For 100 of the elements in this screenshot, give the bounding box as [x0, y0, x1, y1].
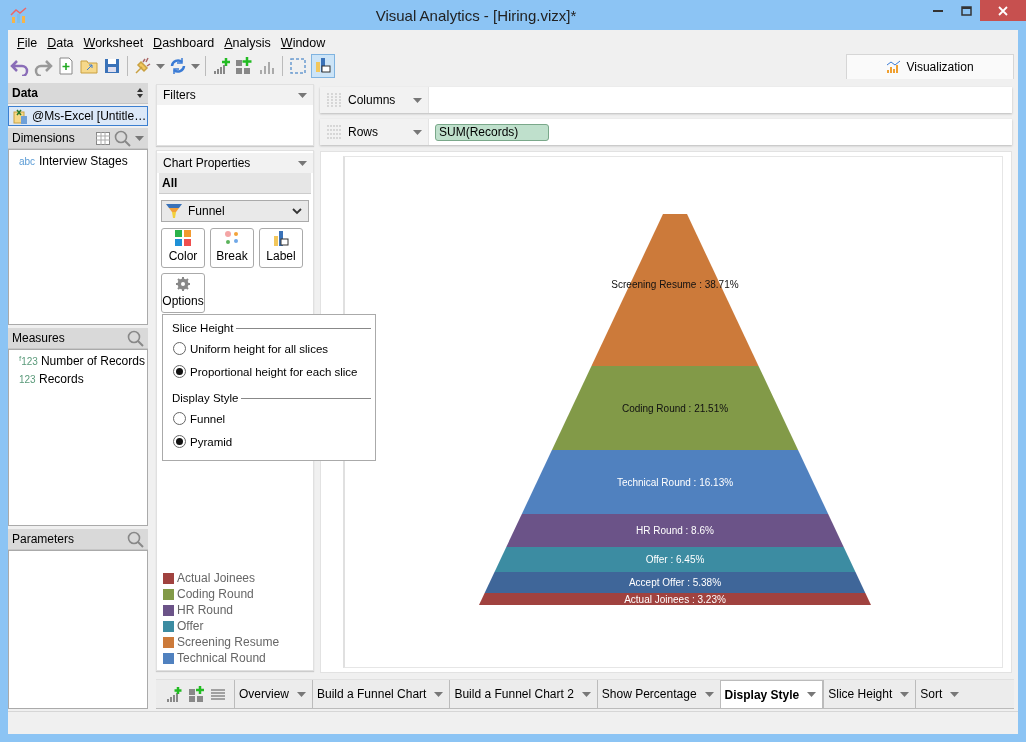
property-button[interactable]: Label [259, 228, 303, 268]
option-label[interactable]: Funnel [190, 412, 226, 425]
caret-icon [413, 97, 422, 103]
menu-item[interactable]: Data [42, 36, 79, 53]
panel-title: Filters [163, 88, 196, 102]
save-icon[interactable] [102, 56, 122, 76]
gear-icon [176, 277, 190, 291]
add-grid-icon[interactable] [188, 686, 204, 702]
sheet-tab[interactable]: Build a Funnel Chart 2 [449, 680, 597, 708]
option-label[interactable]: Uniform height for all slices [190, 342, 329, 355]
sheet-tab[interactable]: Display Style [719, 680, 824, 708]
caret-icon [297, 691, 306, 697]
sheet-tab[interactable]: Overview [234, 680, 312, 708]
drag-handle-icon[interactable] [326, 124, 342, 140]
radio-button[interactable] [173, 342, 186, 355]
sort-arrows-icon[interactable] [136, 88, 144, 98]
property-button[interactable]: Break [210, 228, 254, 268]
app-logo-icon [10, 6, 28, 24]
option-label[interactable]: Pyramid [190, 435, 233, 448]
dropdown-caret-icon [156, 63, 165, 69]
add-chart-icon[interactable] [211, 56, 231, 76]
caret-icon [950, 691, 960, 697]
field-type-label: 123 [19, 373, 36, 385]
shelf-label: Rows [348, 125, 379, 139]
radio-button[interactable] [173, 365, 186, 378]
shelf-label: Columns [348, 93, 397, 107]
menu-item[interactable]: File [12, 36, 43, 53]
menu-item[interactable]: Window [275, 36, 331, 53]
slice-label: Offer : 6.45% [645, 554, 705, 565]
search-icon[interactable] [114, 129, 131, 147]
close-icon [998, 5, 1008, 16]
property-button[interactable]: Color [161, 228, 205, 268]
slice-label: Actual Joinees : 3.23% [624, 593, 726, 605]
menu-item[interactable]: Worksheet [78, 36, 149, 53]
chart-type-dropdown[interactable]: Funnel [161, 200, 309, 222]
chart-label-icon [273, 230, 289, 246]
slice-label: Technical Round : 16.13% [616, 476, 734, 488]
chart-icon [886, 59, 902, 74]
drag-handle-icon[interactable] [326, 92, 342, 108]
add-grid-icon[interactable] [234, 56, 254, 76]
radio-button[interactable] [173, 435, 186, 448]
chart-label-icon [313, 56, 333, 76]
minimize-icon [933, 9, 943, 12]
new-file-icon[interactable] [56, 56, 76, 76]
menu-item[interactable]: Analysis [219, 36, 276, 53]
legend-label: HR Round [177, 603, 234, 617]
table-icon[interactable] [96, 131, 110, 145]
legend-label: Actual Joinees [177, 571, 256, 585]
dropdown-caret-icon [191, 63, 200, 69]
visualization-tab[interactable]: Visualization [846, 53, 1014, 79]
legend-label: Technical Round [177, 651, 266, 665]
field-item[interactable]: Number of Records [40, 354, 145, 368]
plug-icon[interactable] [133, 56, 153, 76]
close-button[interactable] [980, 0, 1026, 21]
sheet-tab[interactable]: Slice Height [823, 680, 916, 708]
search-icon[interactable] [127, 329, 144, 347]
legend-label: Screening Resume [177, 635, 280, 649]
refresh-icon[interactable] [168, 56, 188, 76]
search-icon[interactable] [127, 530, 144, 548]
toggle-button[interactable] [311, 54, 335, 78]
caret-icon [807, 692, 817, 697]
add-chart-icon[interactable] [166, 686, 182, 702]
caret-icon [413, 129, 422, 135]
section-title: Parameters [12, 532, 76, 546]
group-title: Slice Height [172, 322, 234, 334]
funnel-icon [166, 204, 182, 218]
sheet-tab[interactable]: Sort [915, 680, 966, 708]
panel-title: Data [12, 86, 39, 100]
caret-icon [900, 691, 910, 697]
slice-label: Coding Round : 21.51% [621, 402, 729, 414]
section-title: Measures [12, 331, 66, 345]
slice-label: Accept Offer : 5.38% [628, 577, 722, 588]
dashed-frame-icon[interactable] [288, 56, 308, 76]
panel-title: Chart Properties [163, 156, 251, 170]
field-type-label: abc [19, 155, 36, 167]
data-source-item[interactable]: @Ms-Excel [Untitle… [8, 106, 148, 126]
property-button[interactable]: Options [161, 273, 205, 313]
maximize-icon [960, 5, 972, 16]
field-pill[interactable]: SUM(Records) [435, 123, 549, 141]
caret-icon [581, 691, 591, 697]
sheet-tab[interactable]: Show Percentage [596, 680, 720, 708]
group-title: Display Style [172, 392, 239, 404]
sheet-tab[interactable]: Build a Funnel Chart [312, 680, 450, 708]
window-title: Visual Analytics - [Hiring.vizx]* [374, 6, 578, 24]
field-item[interactable]: Interview Stages [39, 154, 128, 168]
color-grid-icon [175, 230, 191, 246]
menu-item[interactable]: Dashboard [148, 36, 220, 53]
caret-icon [434, 691, 444, 697]
excel-source-icon [13, 108, 28, 124]
caret-icon [704, 691, 714, 697]
scope-label: All [159, 173, 311, 194]
list-icon[interactable] [210, 686, 226, 702]
legend-label: Offer [177, 619, 204, 633]
radio-button[interactable] [173, 412, 186, 425]
field-type-label: $^{f}$123 [19, 354, 38, 368]
caret-icon [135, 135, 144, 141]
option-label[interactable]: Proportional height for each slice [190, 365, 358, 378]
legend-label: Coding Round [177, 587, 254, 601]
field-item[interactable]: Records [39, 372, 84, 386]
caret-icon [298, 92, 307, 98]
